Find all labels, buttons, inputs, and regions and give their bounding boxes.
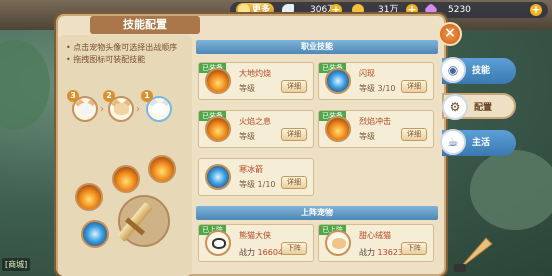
- fire-skill-icon: [205, 116, 231, 142]
- close-button[interactable]: ×: [438, 22, 462, 46]
- pet-card[interactable]: 已上阵 甜心绒猫 战力 13623 下阵: [318, 224, 434, 262]
- ice-skill-icon: [325, 68, 351, 94]
- skill-name: 火焰之息: [239, 117, 271, 126]
- skill-name: 闪现: [359, 69, 375, 78]
- hint-list: • 点击宠物头像可选择出战顺序 • 拖拽图标可装配技能: [62, 42, 177, 66]
- skill-name: 烈焰冲击: [359, 117, 391, 126]
- arrow-right-icon: ›: [136, 104, 140, 115]
- detail-button[interactable]: 详细: [281, 128, 307, 141]
- tab-label: 配置: [474, 103, 493, 113]
- skill-slot[interactable]: [81, 220, 109, 248]
- section-header-pets: 上阵宠物: [196, 206, 438, 220]
- skill-card[interactable]: 已装备 火焰之息 等级 详细: [198, 110, 314, 148]
- power-value: 16604: [257, 248, 283, 257]
- skill-card[interactable]: 寒冰箭 等级 1/10 详细: [198, 158, 314, 196]
- tab-config[interactable]: ⚙ 配置: [442, 93, 516, 120]
- fire-skill-icon: [325, 116, 351, 142]
- skill-slot[interactable]: [148, 155, 176, 183]
- detail-button[interactable]: 详细: [401, 80, 427, 93]
- fire-skill-icon: [205, 68, 231, 94]
- hint-text: • 点击宠物头像可选择出战顺序: [66, 43, 178, 52]
- power-label: 战力: [239, 248, 255, 257]
- power-label: 战力: [359, 248, 375, 257]
- section-header-skills: 职业技能: [196, 40, 438, 54]
- order-number: 1: [141, 90, 153, 102]
- tab-label: 技能: [472, 66, 491, 76]
- skill-level: 等级: [359, 132, 375, 141]
- detail-button[interactable]: 详细: [281, 80, 307, 93]
- order-number: 2: [103, 90, 115, 102]
- skill-name: 大地灼烧: [239, 69, 271, 78]
- undeploy-button[interactable]: 下阵: [281, 242, 307, 255]
- ice-skill-icon: [205, 164, 231, 190]
- pet-power: 战力 13623: [359, 247, 403, 258]
- pet-power: 战力 16604: [239, 247, 283, 258]
- pet-card[interactable]: 已上阵 熊猫大侠 战力 16604 下阵: [198, 224, 314, 262]
- tab-main[interactable]: ☕ 主活: [440, 129, 516, 156]
- skill-slot[interactable]: [112, 165, 140, 193]
- right-pane: 职业技能 已装备 大地灼烧 等级 详细 已装备 闪现 等级 3/10 详细 已装…: [196, 38, 438, 276]
- hint-text: • 拖拽图标可装配技能: [66, 55, 146, 64]
- skill-level: 等级: [239, 132, 255, 141]
- quill-icon[interactable]: [452, 234, 496, 274]
- add-gem-button[interactable]: +: [530, 4, 542, 16]
- skill-card[interactable]: 已装备 烈焰冲击 等级 详细: [318, 110, 434, 148]
- skill-level: 等级: [239, 84, 255, 93]
- order-number: 3: [67, 90, 79, 102]
- power-value: 13623: [377, 248, 403, 257]
- detail-button[interactable]: 详细: [281, 176, 307, 189]
- skill-level: 等级 1/10: [239, 180, 276, 189]
- pet-name: 甜心绒猫: [359, 231, 391, 240]
- skill-level: 等级 3/10: [359, 84, 396, 93]
- detail-button[interactable]: 详细: [401, 128, 427, 141]
- pet-avatar-icon: [205, 230, 231, 256]
- chat-channel-label[interactable]: [商城]: [2, 258, 31, 271]
- tab-skills[interactable]: ◉ 技能: [440, 57, 516, 84]
- arrow-right-icon: ›: [100, 104, 104, 115]
- page-title: 技能配置: [90, 16, 200, 34]
- skill-card[interactable]: 已装备 大地灼烧 等级 详细: [198, 62, 314, 100]
- gear-icon: ⚙: [442, 94, 468, 120]
- skill-name: 寒冰箭: [239, 165, 263, 174]
- planet-icon: ◉: [440, 57, 466, 83]
- cup-icon: ☕: [440, 129, 466, 155]
- scene-tree: [470, 150, 552, 230]
- pet-name: 熊猫大侠: [239, 231, 271, 240]
- tab-label: 主活: [472, 138, 491, 148]
- undeploy-button[interactable]: 下阵: [401, 242, 427, 255]
- currency-value: 5230: [448, 5, 471, 15]
- scene-tree: [0, 40, 50, 130]
- skill-slot[interactable]: [75, 183, 103, 211]
- skill-card[interactable]: 已装备 闪现 等级 3/10 详细: [318, 62, 434, 100]
- pet-avatar-icon: [325, 230, 351, 256]
